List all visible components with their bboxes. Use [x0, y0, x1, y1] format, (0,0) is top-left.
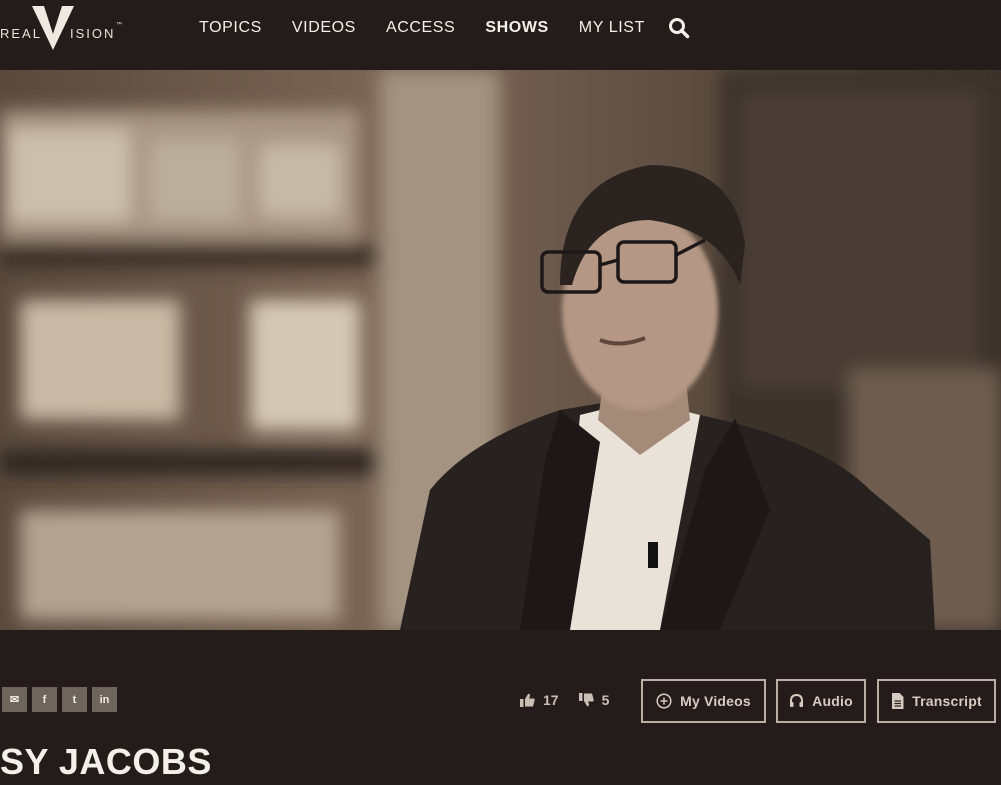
thumbs-down-icon[interactable] [578, 693, 594, 707]
facebook-icon: f [42, 693, 47, 706]
email-share-button[interactable]: ✉ [2, 687, 27, 712]
linkedin-share-button[interactable]: in [92, 687, 117, 712]
real-vision-logo[interactable]: REAL ISION ™ [0, 6, 130, 52]
linkedin-icon: in [99, 693, 110, 706]
nav-my-list[interactable]: MY LIST [579, 18, 645, 38]
email-icon: ✉ [9, 694, 20, 706]
main-nav: TOPICS VIDEOS ACCESS SHOWS MY LIST [199, 18, 675, 38]
my-videos-label: My Videos [680, 693, 751, 709]
thumbs-up-icon[interactable] [520, 693, 535, 707]
audio-button[interactable]: Audio [776, 679, 866, 723]
headphones-icon [790, 694, 804, 707]
facebook-share-button[interactable]: f [32, 687, 57, 712]
nav-videos[interactable]: VIDEOS [292, 18, 356, 38]
nav-access[interactable]: ACCESS [386, 18, 455, 38]
share-bar: ✉ f t in [2, 687, 117, 712]
dislike-count: 5 [601, 692, 610, 708]
vote-bar: 17 5 [520, 692, 629, 708]
twitter-icon: t [72, 693, 77, 706]
search-icon[interactable] [668, 17, 690, 39]
logo-trademark: ™ [116, 22, 122, 28]
video-title: SY JACOBS [0, 741, 212, 782]
nav-topics[interactable]: TOPICS [199, 18, 262, 38]
twitter-share-button[interactable]: t [62, 687, 87, 712]
like-count: 17 [543, 692, 559, 708]
transcript-button[interactable]: Transcript [877, 679, 996, 723]
video-thumbnail[interactable] [0, 70, 1001, 630]
top-navigation: REAL ISION ™ TOPICS VIDEOS ACCESS SHOWS … [0, 0, 1001, 70]
add-circle-icon [656, 693, 672, 709]
nav-shows[interactable]: SHOWS [485, 18, 548, 38]
logo-text-right: ISION [70, 26, 116, 41]
interview-still-image [0, 70, 1001, 630]
document-icon [892, 693, 904, 709]
transcript-label: Transcript [912, 693, 982, 709]
audio-label: Audio [812, 693, 853, 709]
my-videos-button[interactable]: My Videos [641, 679, 766, 723]
